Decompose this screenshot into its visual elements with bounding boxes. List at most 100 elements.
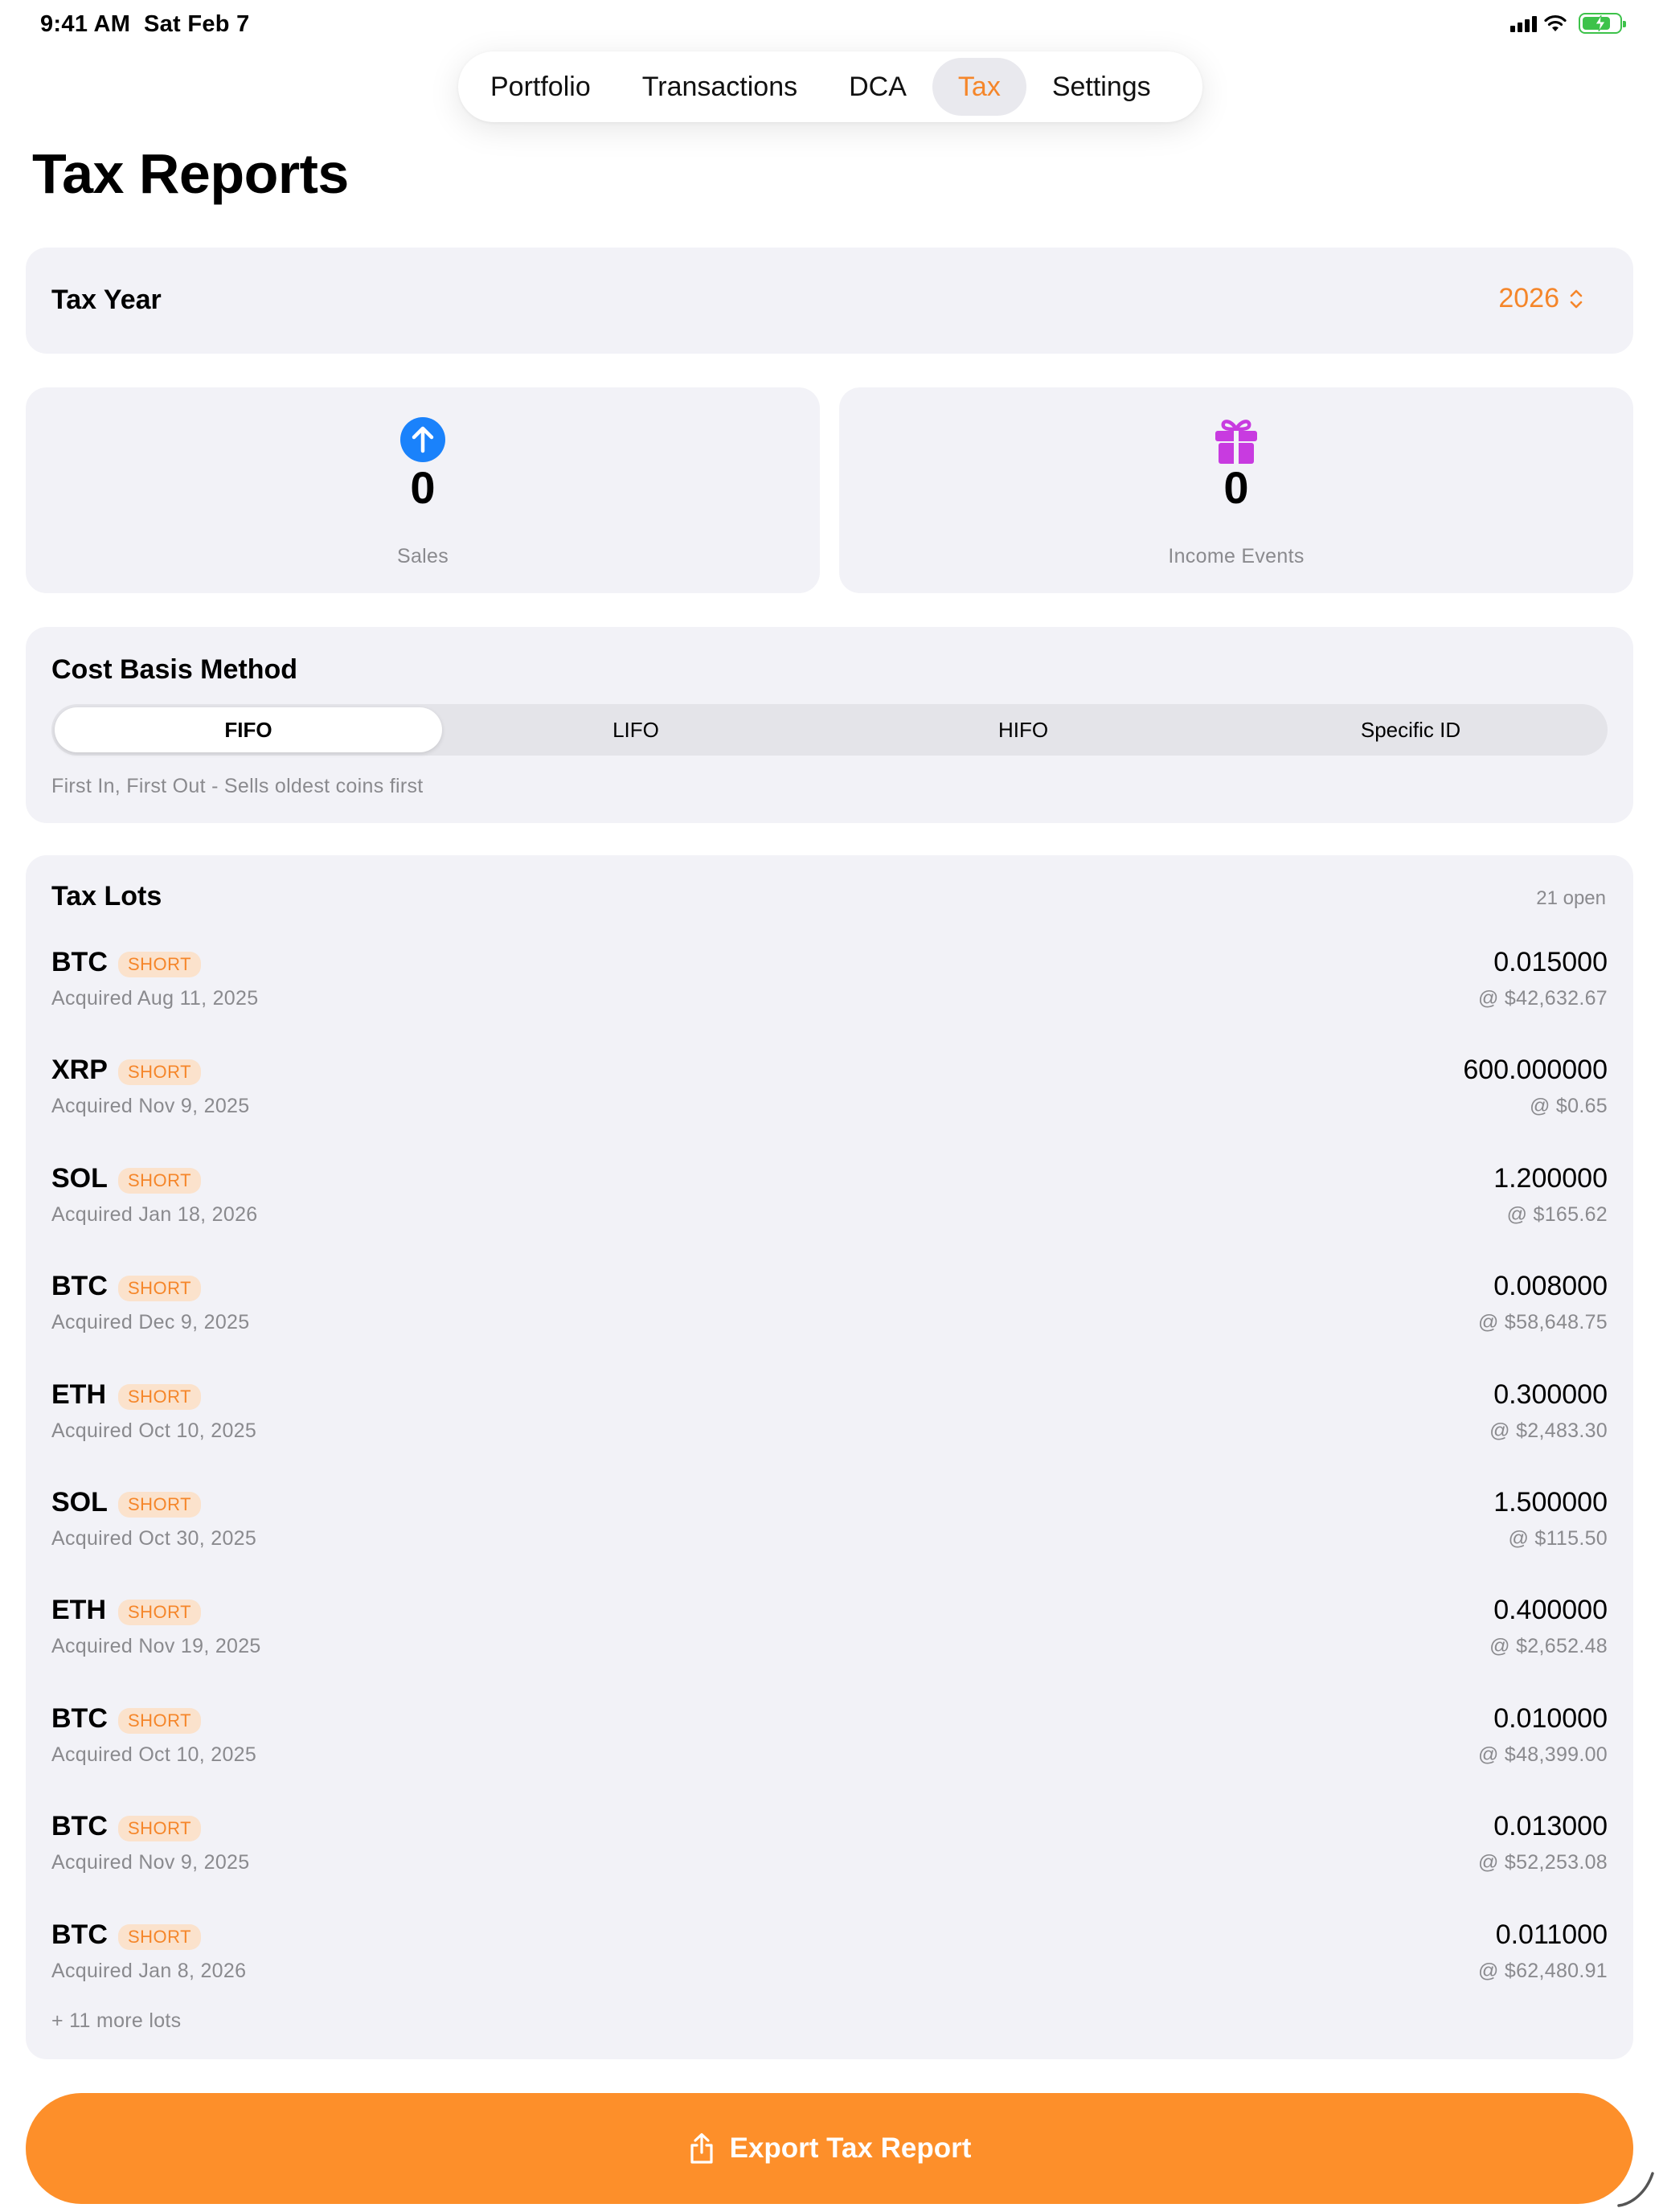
tax-year-label: Tax Year — [51, 285, 162, 315]
lot-acquired-date: Acquired Oct 10, 2025 — [51, 1743, 257, 1766]
lot-cost-price: @ $2,652.48 — [1489, 1635, 1608, 1658]
tax-year-value: 2026 — [1498, 283, 1559, 313]
lot-acquired-date: Acquired Jan 18, 2026 — [51, 1202, 258, 1226]
lot-asset: BTC — [51, 1811, 108, 1842]
term-badge: SHORT — [118, 1276, 202, 1302]
tax-lot-row[interactable]: BTC SHORT Acquired Jan 8, 2026 0.011000 @ $6… — [51, 1913, 1608, 2021]
cost-basis-title: Cost Basis Method — [51, 654, 298, 685]
tax-lots-card: Tax Lots 21 open BTC SHORT Acquired Aug 11… — [26, 855, 1633, 2059]
tab-portfolio[interactable]: Portfolio — [465, 58, 616, 116]
tax-lot-row[interactable]: BTC SHORT Acquired Oct 10, 2025 0.010000 @ $… — [51, 1697, 1608, 1804]
share-icon — [690, 2132, 713, 2164]
income-stat-card: 0 Income Events — [839, 387, 1633, 593]
tax-year-row: Tax Year 2026 — [26, 248, 1633, 354]
lot-acquired-date: Acquired Nov 9, 2025 — [51, 1095, 250, 1118]
tax-lots-title: Tax Lots — [51, 881, 162, 911]
tax-lot-row[interactable]: SOL SHORT Acquired Jan 18, 2026 1.200000 @ $… — [51, 1157, 1608, 1264]
pencil-stroke-mark — [1617, 2172, 1654, 2207]
lot-quantity: 0.400000 — [1493, 1595, 1608, 1626]
tab-settings[interactable]: Settings — [1026, 58, 1177, 116]
tax-lot-row[interactable]: BTC SHORT Acquired Aug 11, 2025 0.015000 @ $… — [51, 940, 1608, 1048]
lot-cost-price: @ $0.65 — [1530, 1095, 1608, 1118]
tab-dca[interactable]: DCA — [823, 58, 932, 116]
income-events-count: 0 — [1223, 462, 1249, 513]
tax-lot-row[interactable]: BTC SHORT Acquired Nov 9, 2025 0.013000 @ $5… — [51, 1804, 1608, 1912]
lot-asset: ETH — [51, 1595, 106, 1626]
tax-year-picker[interactable]: 2026 — [1498, 283, 1583, 314]
term-badge: SHORT — [118, 1707, 202, 1734]
lot-quantity: 0.010000 — [1493, 1702, 1608, 1734]
lot-acquired-date: Acquired Jan 8, 2026 — [51, 1959, 247, 1982]
lot-cost-price: @ $165.62 — [1506, 1202, 1608, 1226]
sales-count: 0 — [410, 462, 436, 513]
status-date: Sat Feb 7 — [143, 11, 250, 37]
lot-quantity: 0.015000 — [1493, 947, 1608, 977]
lot-quantity: 600.000000 — [1463, 1055, 1608, 1086]
term-badge: SHORT — [118, 1383, 202, 1410]
lot-quantity: 0.300000 — [1493, 1378, 1608, 1410]
term-badge: SHORT — [118, 1816, 202, 1842]
lot-acquired-date: Acquired Nov 19, 2025 — [51, 1635, 261, 1658]
lot-asset: SOL — [51, 1487, 108, 1518]
cost-basis-description: First In, First Out - Sells oldest coins… — [51, 775, 424, 797]
term-badge: SHORT — [118, 952, 202, 977]
segment-fifo[interactable]: FIFO — [55, 707, 442, 752]
tax-lot-row[interactable]: ETH SHORT Acquired Oct 10, 2025 0.300000 @ $… — [51, 1373, 1608, 1481]
lot-asset: BTC — [51, 1919, 108, 1950]
chevron-up-down-icon — [1570, 289, 1583, 308]
lot-asset: XRP — [51, 1055, 108, 1086]
cost-basis-card: Cost Basis Method FIFO LIFO HIFO Specifi… — [26, 627, 1633, 823]
lot-cost-price: @ $42,632.67 — [1477, 987, 1608, 1010]
lot-quantity: 1.500000 — [1493, 1487, 1608, 1518]
battery-charging-icon — [1579, 13, 1626, 34]
status-bar: 9:41 AM Sat Feb 7 — [0, 0, 1659, 51]
lot-asset: BTC — [51, 947, 108, 977]
segment-hifo[interactable]: HIFO — [830, 707, 1217, 752]
sales-stat-card: 0 Sales — [26, 387, 820, 593]
lot-quantity: 0.011000 — [1495, 1919, 1608, 1950]
term-badge: SHORT — [118, 1167, 202, 1194]
lot-cost-price: @ $115.50 — [1508, 1527, 1608, 1550]
lot-quantity: 0.008000 — [1493, 1271, 1608, 1302]
gift-icon — [1215, 420, 1257, 464]
status-clock: 9:41 AM — [40, 11, 131, 37]
lot-asset: ETH — [51, 1378, 106, 1410]
lot-asset: BTC — [51, 1702, 108, 1734]
tax-lot-row[interactable]: BTC SHORT Acquired Dec 9, 2025 0.008000 @ $5… — [51, 1264, 1608, 1372]
term-badge: SHORT — [118, 1492, 202, 1518]
lot-acquired-date: Acquired Nov 9, 2025 — [51, 1851, 250, 1874]
term-badge: SHORT — [118, 1923, 202, 1950]
export-tax-report-button[interactable]: Export Tax Report — [26, 2093, 1633, 2204]
tab-transactions[interactable]: Transactions — [616, 58, 823, 116]
top-tab-bar: Portfolio Transactions DCA Tax Settings — [458, 51, 1202, 122]
status-time: 9:41 AM Sat Feb 7 — [40, 11, 250, 38]
tax-lot-row[interactable]: ETH SHORT Acquired Nov 19, 2025 0.400000 @ $… — [51, 1588, 1608, 1696]
income-events-label: Income Events — [1168, 545, 1305, 567]
lot-cost-price: @ $48,399.00 — [1477, 1743, 1608, 1766]
lot-cost-price: @ $2,483.30 — [1489, 1419, 1608, 1442]
sales-label: Sales — [396, 545, 449, 567]
lot-quantity: 0.013000 — [1493, 1811, 1608, 1842]
open-lots-count: 21 open — [1536, 887, 1606, 909]
wifi-icon — [1544, 14, 1567, 31]
export-button-label: Export Tax Report — [729, 2132, 972, 2164]
term-badge: SHORT — [118, 1600, 202, 1626]
lot-acquired-date: Acquired Oct 10, 2025 — [51, 1419, 257, 1442]
tax-lot-row[interactable]: SOL SHORT Acquired Oct 30, 2025 1.500000 @ $… — [51, 1481, 1608, 1588]
cellular-signal-icon — [1510, 14, 1537, 32]
lot-quantity: 1.200000 — [1493, 1162, 1608, 1194]
cost-basis-segmented-control: FIFO LIFO HIFO Specific ID — [51, 704, 1608, 756]
lot-acquired-date: Acquired Dec 9, 2025 — [51, 1311, 250, 1334]
lot-asset: BTC — [51, 1271, 108, 1302]
page-title: Tax Reports — [32, 142, 349, 205]
tax-lot-row[interactable]: XRP SHORT Acquired Nov 9, 2025 600.000000 @ … — [51, 1048, 1608, 1156]
lot-cost-price: @ $58,648.75 — [1477, 1311, 1608, 1334]
segment-specific-id[interactable]: Specific ID — [1217, 707, 1604, 752]
lot-asset: SOL — [51, 1162, 108, 1194]
arrow-up-circle-icon — [400, 417, 445, 462]
more-lots-link[interactable]: + 11 more lots — [51, 2009, 181, 2033]
tab-tax[interactable]: Tax — [932, 58, 1026, 116]
lot-cost-price: @ $52,253.08 — [1477, 1851, 1608, 1874]
lot-acquired-date: Acquired Oct 30, 2025 — [51, 1527, 257, 1550]
segment-lifo[interactable]: LIFO — [442, 707, 830, 752]
